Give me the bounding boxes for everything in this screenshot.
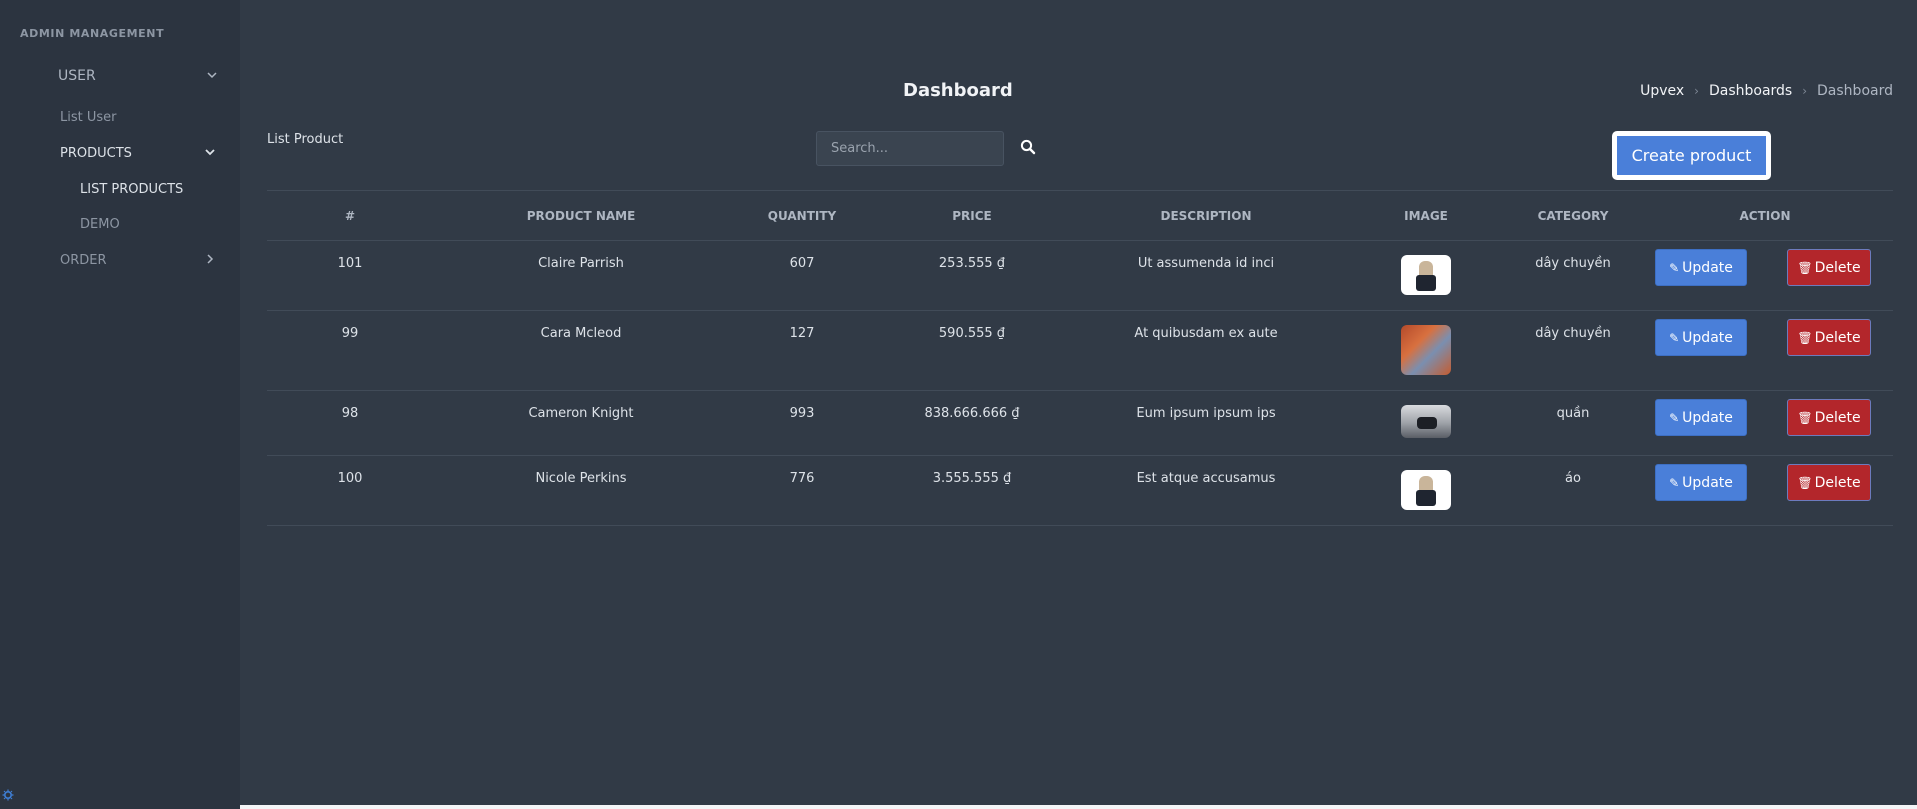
edit-icon: ✎ <box>1669 475 1680 490</box>
column-header-product-name: PRODUCT NAME <box>433 190 729 241</box>
sidebar-item-products[interactable]: PRODUCTS <box>60 146 220 161</box>
sidebar-item-list-products[interactable]: LIST PRODUCTS <box>80 182 183 197</box>
cell-id: 101 <box>267 240 433 311</box>
table-row: 99 Cara Mcleod 127 590.555 ₫ At quibusda… <box>267 310 1893 391</box>
cell-id: 99 <box>267 310 433 391</box>
trash-icon: 🗑 <box>1797 410 1813 425</box>
column-header-id: # <box>267 190 433 241</box>
breadcrumb-item-current: Dashboard <box>1817 83 1893 99</box>
column-header-category: CATEGORY <box>1509 190 1637 241</box>
list-product-label: List Product <box>267 132 344 147</box>
update-button[interactable]: ✎ Update <box>1655 319 1747 356</box>
delete-button[interactable]: 🗑 Delete <box>1787 464 1871 501</box>
chevron-right-icon: › <box>1802 84 1808 98</box>
edit-icon: ✎ <box>1669 330 1680 345</box>
update-button[interactable]: ✎ Update <box>1655 249 1747 286</box>
delete-label: Delete <box>1814 474 1861 491</box>
update-button[interactable]: ✎ Update <box>1655 464 1747 501</box>
search-icon[interactable] <box>1020 139 1036 155</box>
breadcrumb-item-dashboards[interactable]: Dashboards <box>1709 83 1792 99</box>
cell-quantity: 127 <box>729 310 875 391</box>
delete-button[interactable]: 🗑 Delete <box>1787 249 1871 286</box>
cell-product-name: Cara Mcleod <box>433 310 729 391</box>
product-image <box>1401 325 1451 375</box>
cell-price: 3.555.555 ₫ <box>875 455 1069 526</box>
chevron-right-icon: › <box>1694 84 1699 98</box>
cell-quantity: 776 <box>729 455 875 526</box>
cell-price: 838.666.666 ₫ <box>875 390 1069 456</box>
cell-quantity: 607 <box>729 240 875 311</box>
cell-description: Est atque accusamus <box>1069 455 1343 526</box>
table-header-row: # PRODUCT NAME QUANTITY PRICE DESCRIPTIO… <box>267 190 1893 241</box>
update-button[interactable]: ✎ Update <box>1655 399 1747 436</box>
cell-description: At quibusdam ex aute <box>1069 310 1343 391</box>
cell-category: quần <box>1509 390 1637 456</box>
update-label: Update <box>1682 329 1733 346</box>
column-header-description: DESCRIPTION <box>1069 190 1343 241</box>
sidebar-item-user[interactable]: USER <box>58 68 218 84</box>
chevron-down-icon <box>204 146 216 161</box>
search-input[interactable] <box>816 131 1004 166</box>
sidebar-item-label: ORDER <box>60 253 107 268</box>
delete-label: Delete <box>1814 259 1861 276</box>
page-title: Dashboard <box>903 80 1013 101</box>
trash-icon: 🗑 <box>1797 330 1813 345</box>
create-product-button[interactable]: Create product <box>1612 131 1771 180</box>
cell-product-name: Claire Parrish <box>433 240 729 311</box>
delete-button[interactable]: 🗑 Delete <box>1787 319 1871 356</box>
cell-price: 590.555 ₫ <box>875 310 1069 391</box>
delete-label: Delete <box>1814 329 1861 346</box>
table-row: 100 Nicole Perkins 776 3.555.555 ₫ Est a… <box>267 455 1893 526</box>
chevron-down-icon <box>206 69 218 84</box>
footer-divider <box>240 805 1917 809</box>
cell-price: 253.555 ₫ <box>875 240 1069 311</box>
column-header-quantity: QUANTITY <box>729 190 875 241</box>
sidebar-item-label: USER <box>58 68 96 84</box>
column-header-price: PRICE <box>875 190 1069 241</box>
trash-icon: 🗑 <box>1797 260 1813 275</box>
cell-category: áo <box>1509 455 1637 526</box>
sidebar-item-list-user[interactable]: List User <box>60 110 117 125</box>
breadcrumb-item-upvex[interactable]: Upvex <box>1640 83 1684 99</box>
product-image <box>1401 470 1451 510</box>
cell-id: 98 <box>267 390 433 456</box>
table-row: 98 Cameron Knight 993 838.666.666 ₫ Eum … <box>267 390 1893 456</box>
product-image <box>1401 255 1451 295</box>
cell-product-name: Nicole Perkins <box>433 455 729 526</box>
table-row: 101 Claire Parrish 607 253.555 ₫ Ut assu… <box>267 240 1893 311</box>
cell-product-name: Cameron Knight <box>433 390 729 456</box>
cell-quantity: 993 <box>729 390 875 456</box>
sidebar-heading: ADMIN MANAGEMENT <box>20 27 165 40</box>
sidebar-item-label: PRODUCTS <box>60 146 132 161</box>
update-label: Update <box>1682 409 1733 426</box>
update-label: Update <box>1682 474 1733 491</box>
sidebar: ADMIN MANAGEMENT USER List User PRODUCTS… <box>0 0 240 809</box>
edit-icon: ✎ <box>1669 260 1680 275</box>
cell-description: Ut assumenda id inci <box>1069 240 1343 311</box>
chevron-right-icon <box>204 253 216 268</box>
cell-id: 100 <box>267 455 433 526</box>
cell-category: dây chuyền <box>1509 310 1637 391</box>
product-table: # PRODUCT NAME QUANTITY PRICE DESCRIPTIO… <box>267 190 1893 526</box>
product-image <box>1401 405 1451 438</box>
edit-icon: ✎ <box>1669 410 1680 425</box>
gear-icon[interactable] <box>2 789 14 804</box>
trash-icon: 🗑 <box>1797 475 1813 490</box>
sidebar-item-order[interactable]: ORDER <box>60 253 220 268</box>
column-header-image: IMAGE <box>1343 190 1509 241</box>
column-header-action: ACTION <box>1637 190 1893 241</box>
delete-label: Delete <box>1814 409 1861 426</box>
breadcrumb: Upvex › Dashboards › Dashboard <box>1640 83 1893 99</box>
cell-description: Eum ipsum ipsum ips <box>1069 390 1343 456</box>
update-label: Update <box>1682 259 1733 276</box>
sidebar-item-demo[interactable]: DEMO <box>80 217 120 232</box>
cell-category: dây chuyền <box>1509 240 1637 311</box>
delete-button[interactable]: 🗑 Delete <box>1787 399 1871 436</box>
